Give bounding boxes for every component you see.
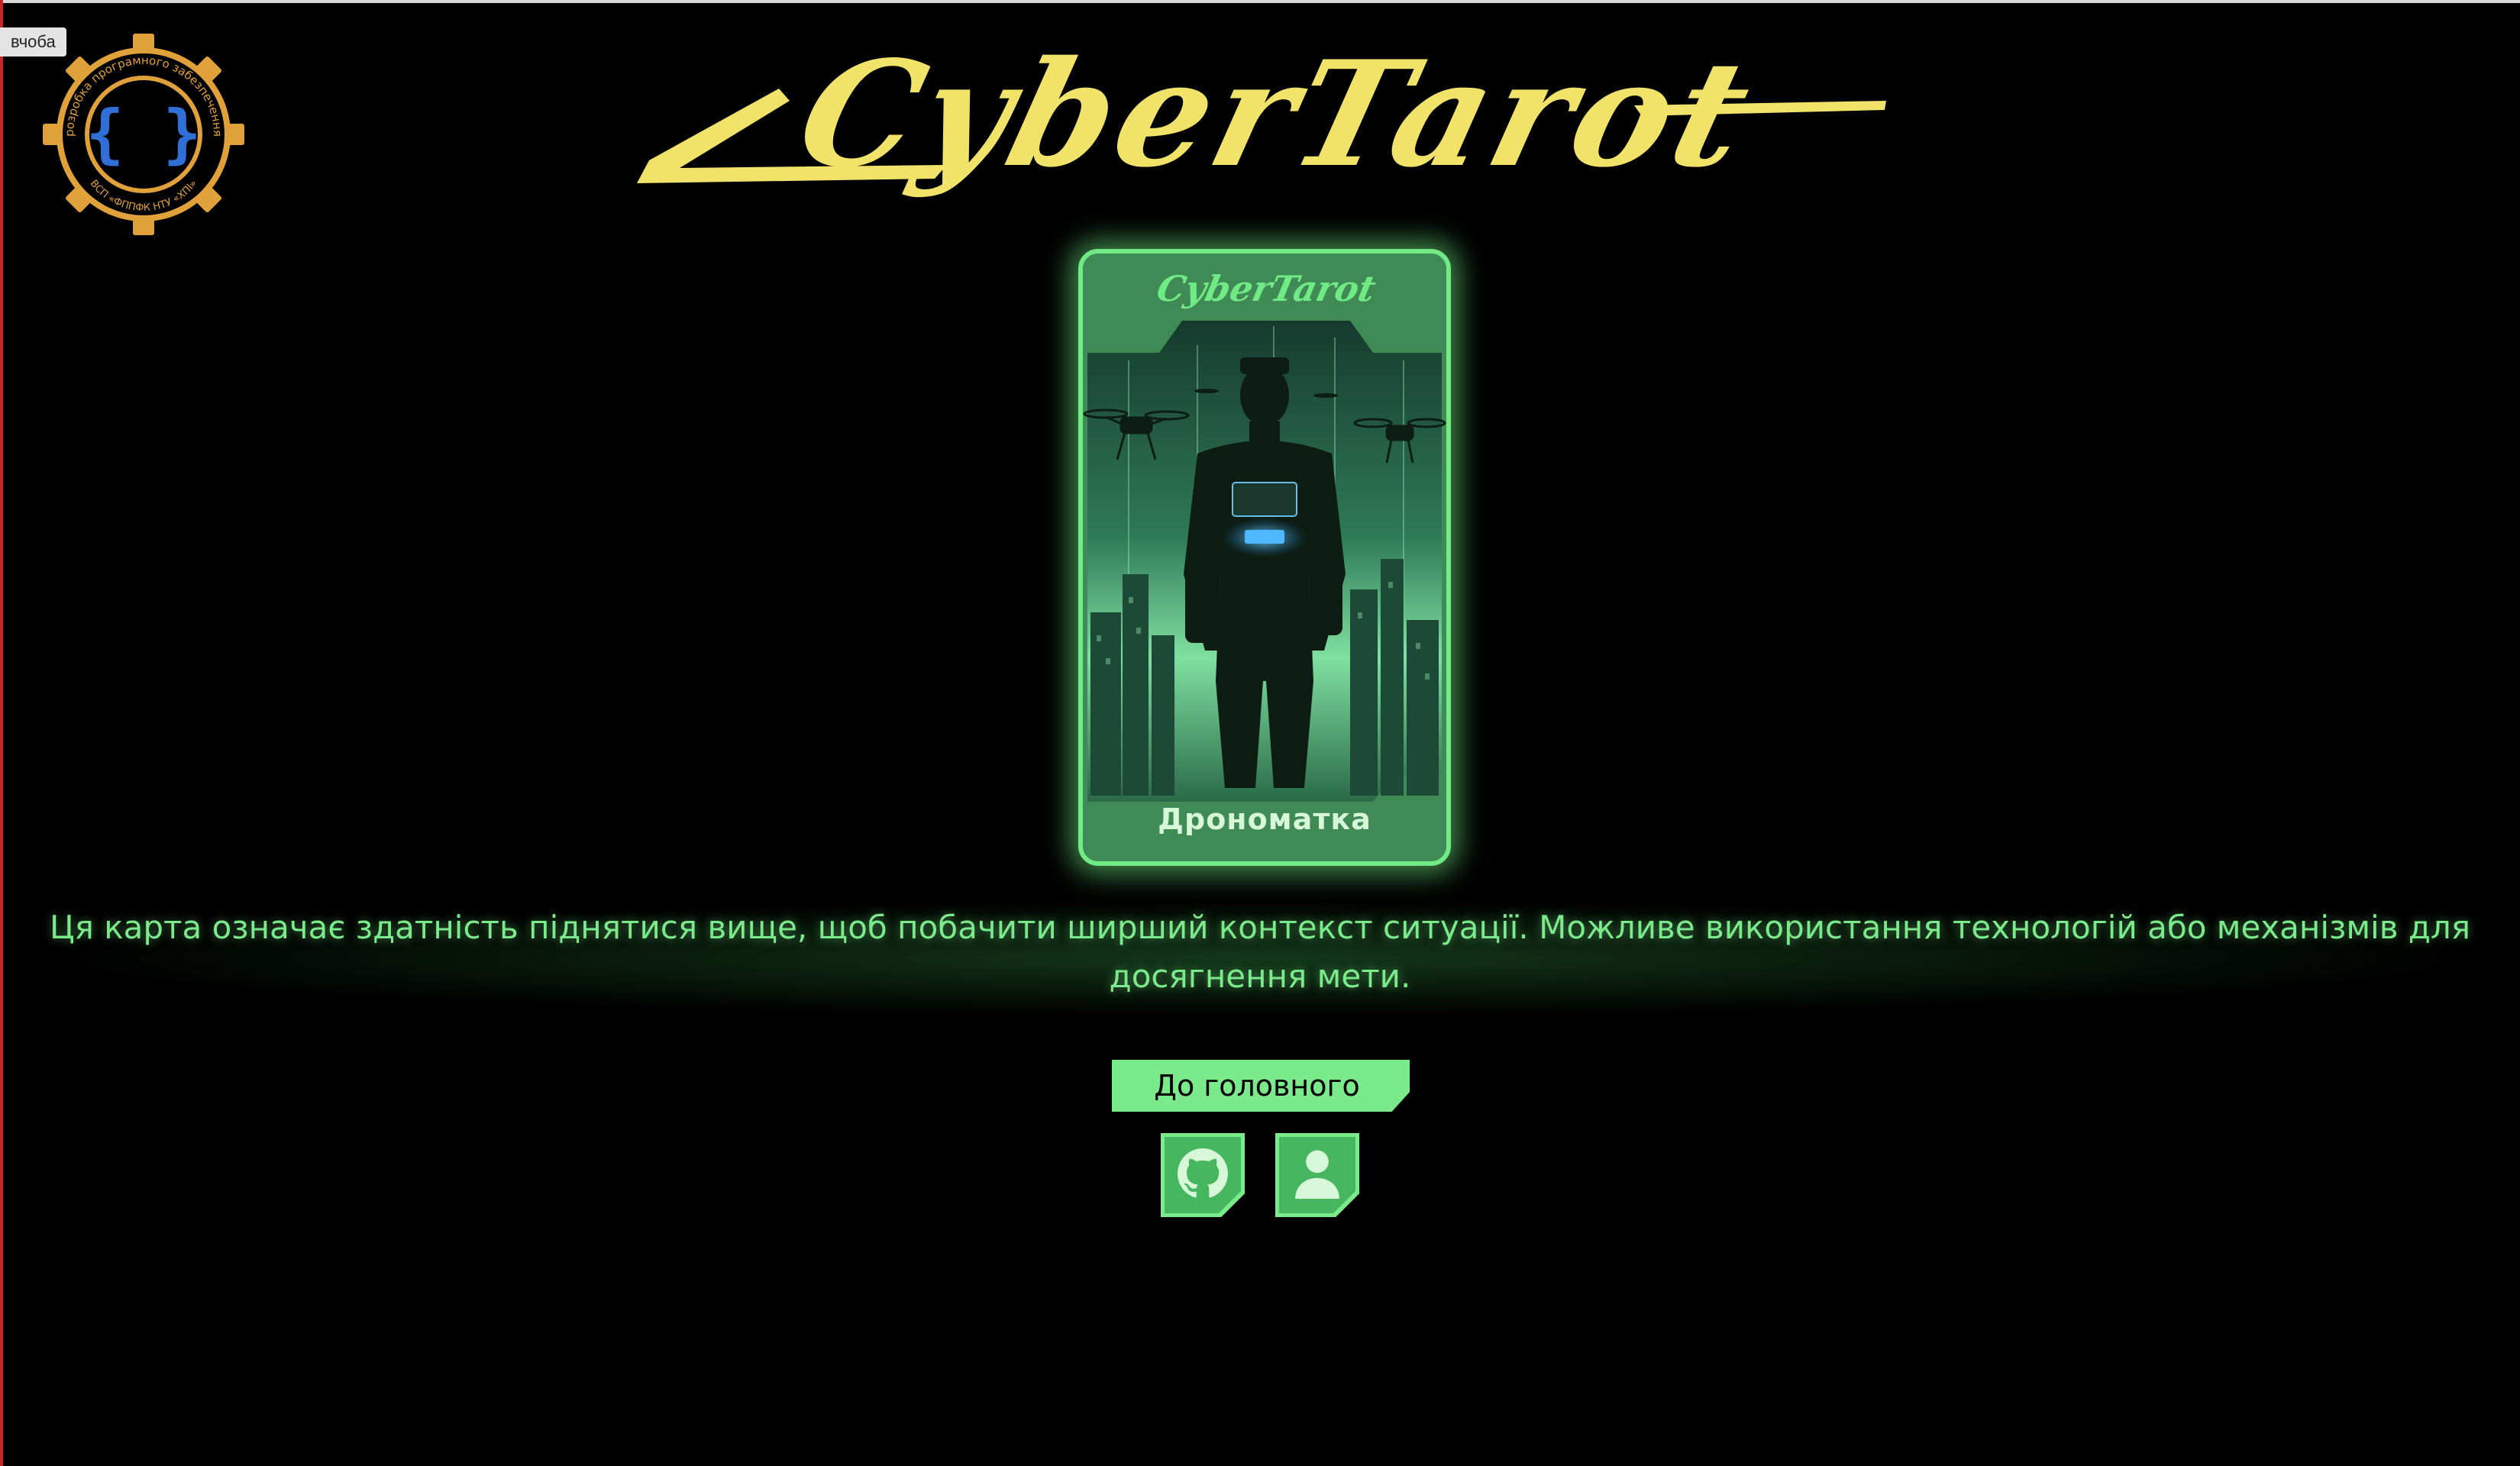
window-top-border <box>0 0 2520 3</box>
main-menu-button[interactable]: До головного меню <box>1112 1060 1410 1112</box>
college-logo[interactable]: розробка програмного забезпечення ВСП «Ф… <box>40 31 247 238</box>
page-title: CyberTarot <box>637 29 1886 200</box>
profile-button[interactable] <box>1275 1133 1359 1217</box>
card-description: Ця карта означає здатність піднятися вищ… <box>50 909 2470 995</box>
window-left-border <box>0 0 3 1466</box>
braces-icon: { } <box>86 96 202 171</box>
user-icon <box>1295 1150 1339 1199</box>
card-illustration: CyberTarot <box>1083 253 1446 861</box>
card-header-title: CyberTarot <box>1153 267 1380 308</box>
card-caption: Дрономатка <box>1158 802 1371 836</box>
github-button[interactable] <box>1161 1133 1245 1217</box>
tarot-card[interactable]: CyberTarot Дрономатка <box>1078 249 1451 866</box>
github-icon <box>1178 1148 1228 1198</box>
title-text: CyberTarot <box>783 29 1770 200</box>
